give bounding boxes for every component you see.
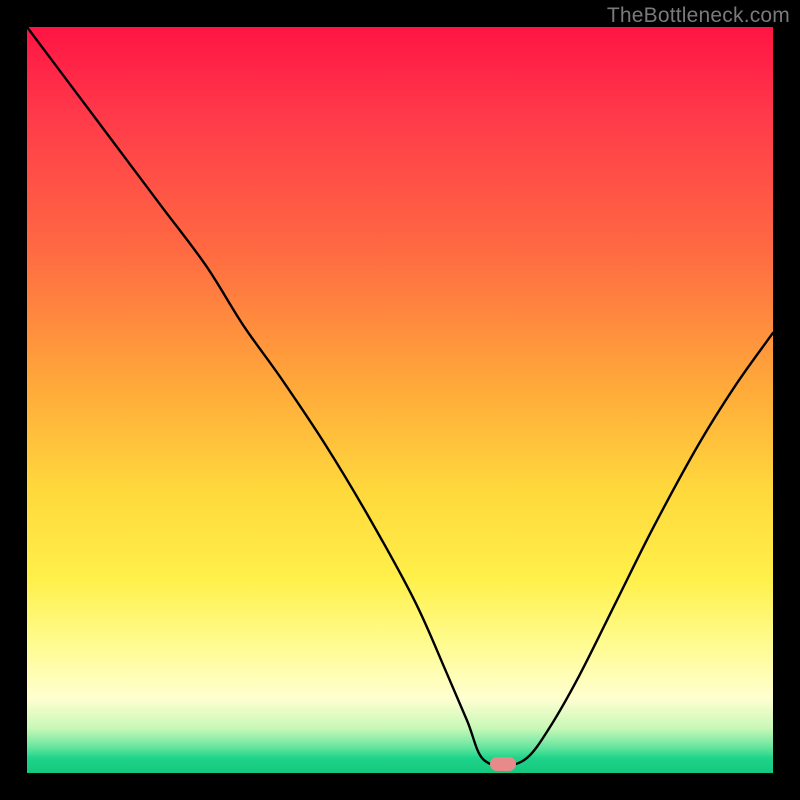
watermark-text: TheBottleneck.com: [607, 4, 790, 28]
plot-area: [27, 27, 773, 773]
optimum-marker: [490, 757, 516, 771]
chart-frame: TheBottleneck.com: [0, 0, 800, 800]
bottleneck-curve: [27, 27, 773, 773]
